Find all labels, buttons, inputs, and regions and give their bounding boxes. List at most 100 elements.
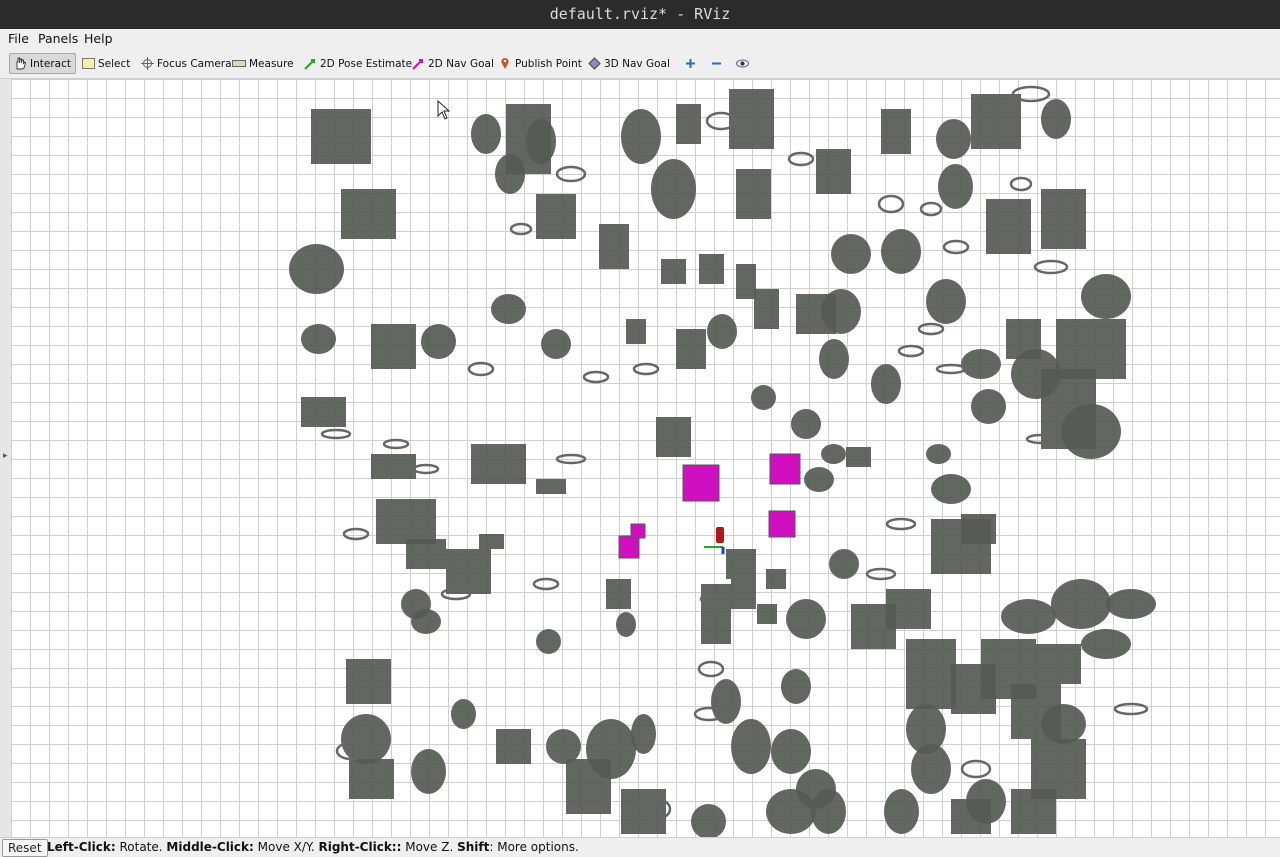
obstacle-box — [349, 759, 394, 799]
menu-file[interactable]: File — [8, 31, 29, 46]
obstacle-cylinder — [938, 164, 973, 209]
obstacle-box — [341, 189, 396, 239]
ground-ring — [320, 428, 352, 440]
obstacle-box — [766, 569, 786, 589]
obstacle-box — [726, 549, 756, 579]
ground-ring — [877, 194, 905, 214]
minus-icon — [709, 57, 723, 71]
reset-button[interactable]: Reset — [2, 839, 48, 857]
obstacle-box — [699, 254, 724, 284]
obstacle-box — [479, 534, 504, 549]
obstacle-cylinder — [616, 612, 636, 637]
obstacle-box — [754, 289, 779, 329]
obstacle-box — [376, 499, 436, 544]
obstacle-cylinder — [781, 669, 811, 704]
ground-ring — [555, 165, 587, 183]
obstacle-box — [406, 539, 446, 569]
obstacle-cylinder — [731, 719, 771, 774]
ground-ring — [885, 517, 917, 531]
obstacle-cylinder — [707, 314, 737, 349]
tool-publish-point[interactable]: Publish Point — [495, 53, 585, 74]
obstacle-box — [566, 759, 611, 814]
obstacle-box — [736, 169, 771, 219]
tool-bar: Interact Select Focus Camera Measure 2D … — [0, 49, 1280, 79]
tool-visibility-button[interactable] — [732, 53, 755, 74]
obstacle-cylinder — [911, 744, 951, 794]
add-tool-button[interactable] — [680, 53, 703, 74]
obstacle-box — [951, 799, 991, 834]
menu-panels[interactable]: Panels — [38, 31, 78, 46]
highlighted-obstacle — [630, 523, 646, 539]
obstacle-box — [886, 589, 931, 629]
obstacle-cylinder — [971, 389, 1006, 424]
obstacle-cylinder — [1081, 629, 1131, 659]
obstacle-cylinder — [819, 339, 849, 379]
obstacle-cylinder — [771, 729, 811, 774]
highlighted-obstacle — [768, 510, 796, 538]
obstacle-box — [536, 194, 576, 239]
obstacle-box — [676, 104, 701, 144]
ground-ring — [412, 463, 440, 475]
ground-ring — [342, 527, 370, 541]
ground-ring — [632, 362, 660, 376]
ground-ring — [865, 567, 897, 581]
tool-focus-camera[interactable]: Focus Camera — [137, 53, 235, 74]
tool-measure[interactable]: Measure — [229, 53, 297, 74]
cube-icon — [587, 57, 601, 71]
ground-ring — [960, 759, 992, 779]
status-bar: Reset Left-Click: Rotate. Middle-Click: … — [0, 837, 1280, 857]
obstacle-cylinder — [631, 714, 656, 754]
render-viewport[interactable] — [11, 79, 1280, 837]
obstacle-cylinder — [1051, 579, 1111, 629]
menu-help[interactable]: Help — [84, 31, 113, 46]
obstacle-cylinder — [289, 244, 344, 294]
eye-icon — [735, 57, 749, 71]
remove-tool-button[interactable] — [706, 53, 729, 74]
obstacle-box — [971, 94, 1021, 149]
obstacle-box — [1036, 644, 1081, 684]
obstacle-box — [371, 454, 416, 479]
window-title: default.rviz* - RViz — [0, 0, 1280, 29]
obstacle-cylinder — [811, 789, 846, 834]
obstacle-cylinder — [751, 385, 776, 410]
obstacle-box — [986, 199, 1031, 254]
obstacle-cylinder — [526, 119, 556, 164]
obstacle-cylinder — [961, 349, 1001, 379]
tool-3d-nav-goal[interactable]: 3D Nav Goal — [584, 53, 673, 74]
green-arrow-icon — [303, 57, 317, 71]
tool-2d-nav-goal[interactable]: 2D Nav Goal — [408, 53, 497, 74]
obstacle-cylinder — [1106, 589, 1156, 619]
obstacle-cylinder — [884, 789, 919, 834]
obstacle-cylinder — [786, 599, 826, 639]
obstacle-cylinder — [491, 294, 526, 324]
map-pin-icon — [498, 57, 512, 71]
obstacle-cylinder — [936, 119, 971, 159]
ruler-icon — [232, 57, 246, 71]
obstacle-box — [371, 324, 416, 369]
obstacle-cylinder — [821, 444, 846, 464]
obstacle-box — [1011, 789, 1056, 834]
tool-2d-pose-estimate[interactable]: 2D Pose Estimate — [300, 53, 415, 74]
obstacle-scene — [289, 85, 1156, 837]
obstacle-box — [1041, 189, 1086, 249]
obstacle-box — [661, 259, 686, 284]
obstacle-cylinder — [536, 629, 561, 654]
tool-interact[interactable]: Interact — [9, 53, 76, 74]
crosshair-icon — [140, 57, 154, 71]
obstacle-cylinder — [651, 159, 696, 219]
tool-select[interactable]: Select — [78, 53, 133, 74]
obstacle-cylinder — [451, 699, 476, 729]
obstacle-box — [599, 224, 629, 269]
highlighted-obstacle — [769, 453, 801, 485]
obstacle-cylinder — [804, 467, 834, 492]
obstacle-box — [311, 109, 371, 164]
obstacle-box — [701, 584, 731, 644]
obstacle-cylinder — [1081, 274, 1131, 319]
hand-icon — [13, 57, 27, 71]
obstacle-box — [496, 729, 531, 764]
tool-label: 2D Pose Estimate — [320, 57, 413, 70]
ground-ring — [555, 453, 587, 465]
obstacle-box — [446, 549, 491, 594]
obstacle-box — [961, 514, 996, 544]
obstacle-cylinder — [341, 714, 391, 764]
